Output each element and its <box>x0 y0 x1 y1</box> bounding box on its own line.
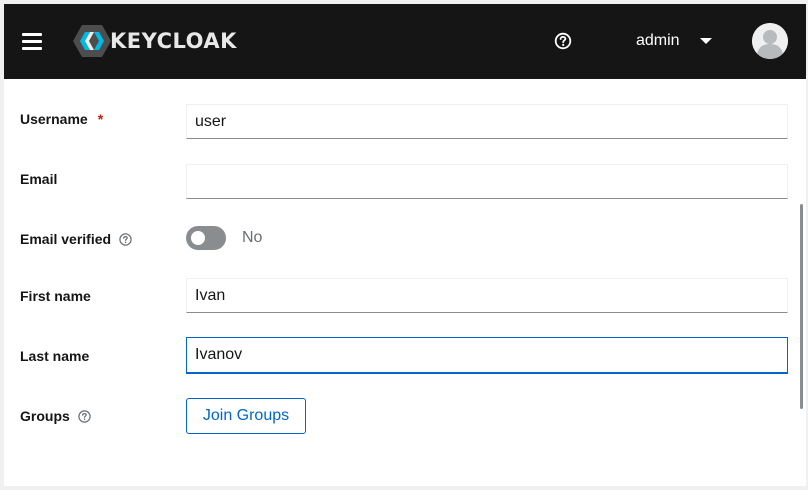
hamburger-menu-button[interactable] <box>22 30 44 52</box>
app-window: KEYCLOAK admin Username * user Email Ema… <box>4 4 806 486</box>
email-verified-label-text: Email verified <box>20 231 112 247</box>
join-groups-button[interactable]: Join Groups <box>186 398 306 434</box>
last-name-label: Last name <box>20 348 89 364</box>
username-label-text: Username <box>20 111 88 127</box>
logo-text: KEYCLOAK <box>110 29 237 53</box>
first-name-label-text: First name <box>20 288 91 304</box>
user-dropdown[interactable]: admin <box>636 29 712 53</box>
required-indicator: * <box>97 111 104 127</box>
avatar[interactable] <box>752 23 788 59</box>
username-input[interactable] <box>186 104 788 139</box>
email-verified-state: No <box>242 229 263 246</box>
last-name-input[interactable] <box>186 337 788 374</box>
email-label-text: Email <box>20 171 58 187</box>
user-avatar-icon <box>752 23 788 59</box>
email-verified-label: Email verified <box>20 231 132 247</box>
help-icon[interactable] <box>119 232 132 246</box>
username-label: Username * <box>20 111 103 127</box>
help-icon[interactable] <box>554 32 572 50</box>
email-label: Email <box>20 171 57 187</box>
keycloak-logo[interactable]: KEYCLOAK <box>72 24 237 58</box>
groups-label-text: Groups <box>20 408 70 424</box>
user-name: admin <box>636 32 680 49</box>
scrollbar-thumb[interactable] <box>800 204 803 409</box>
groups-label: Groups <box>20 408 91 424</box>
email-verified-toggle[interactable] <box>186 226 226 250</box>
caret-down-icon <box>699 38 712 44</box>
first-name-input[interactable] <box>186 278 788 313</box>
first-name-label: First name <box>20 288 91 304</box>
toggle-knob <box>191 231 205 245</box>
masthead: KEYCLOAK admin <box>4 4 806 79</box>
help-icon[interactable] <box>78 409 91 423</box>
last-name-label-text: Last name <box>20 348 90 364</box>
email-input[interactable] <box>186 164 788 199</box>
keycloak-logo-icon <box>73 25 111 57</box>
